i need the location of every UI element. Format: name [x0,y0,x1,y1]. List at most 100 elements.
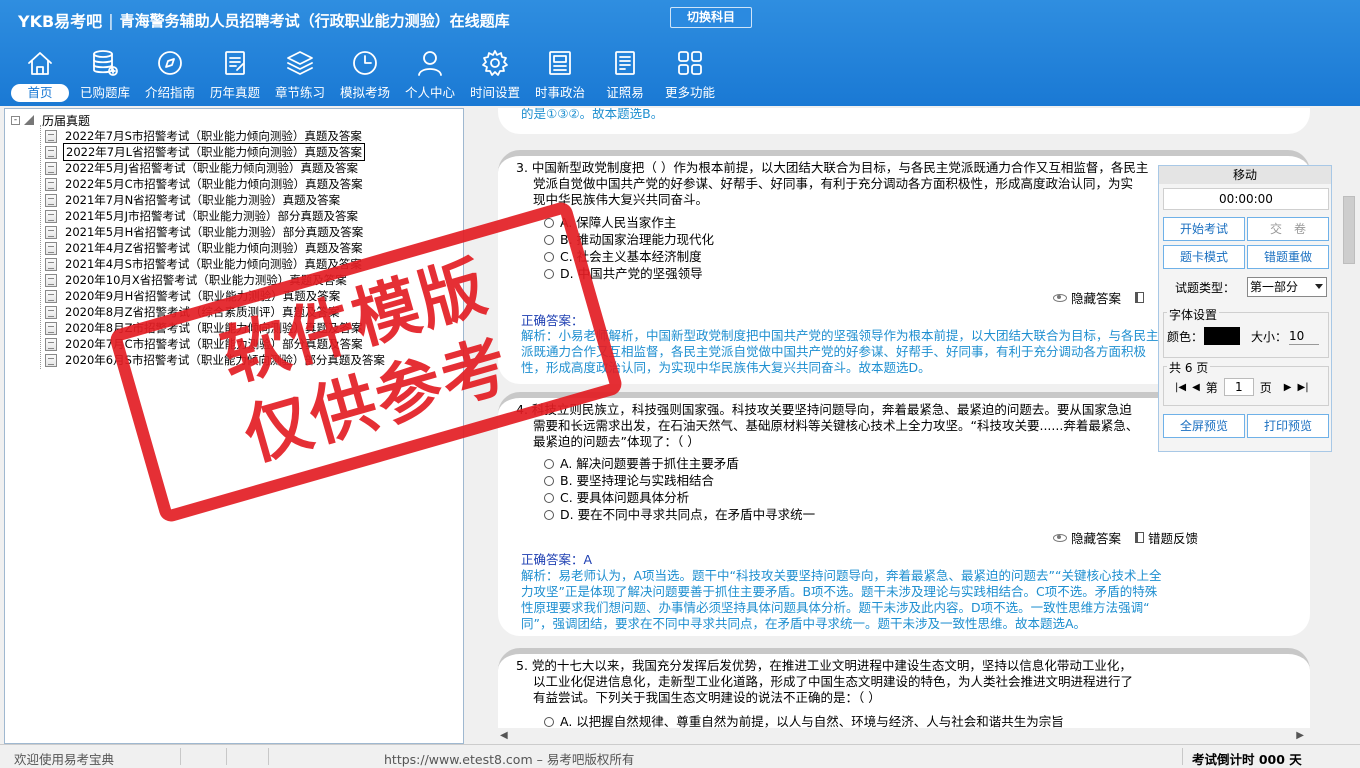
q3-explanation-1: 解析：小易老师解析，中国新型政党制度把中国共产党的坚强领导作为根本前提，以大团结… [521,328,1172,343]
nav-current-affairs[interactable]: 时事政治 [528,48,592,104]
document-icon [45,241,57,255]
tree-item[interactable]: 2021年5月J市招警考试（职业能力测验）部分真题及答案 [45,208,387,224]
nav-past-papers[interactable]: 历年真题 [203,48,267,104]
tree-item[interactable]: 2021年7月N省招警考试（职业能力测验）真题及答案 [45,192,387,208]
switch-subject-button[interactable]: 切换科目 [670,7,752,28]
eye-icon [1053,293,1067,302]
q4-actions: 隐藏答案 错题反馈 [1053,528,1198,547]
scroll-thumb[interactable] [1343,196,1355,264]
q4-answer: 正确答案：A [521,552,593,567]
document-icon [45,193,57,207]
nav-mock-exam[interactable]: 模拟考场 [333,48,397,104]
status-bar: 欢迎使用易考宝典 https://www.etest8.com – 易考吧版权所… [0,744,1360,768]
q3-explanation-2: 派既通力合作又互相监督，各民主党派自觉做中国共产党的好参谋、好帮手、好同事，有利… [521,344,1147,359]
nav-guide-label: 介绍指南 [144,85,195,100]
font-settings-label: 字体设置 [1167,306,1220,323]
status-divider [1182,748,1183,765]
q5-stem-1: 5. 党的十七大以来，我国充分发挥后发优势，在推进工业文明进程中建设生态文明，坚… [516,658,1132,673]
tree-item[interactable]: 2021年4月Z省招警考试（职业能力倾向测验）真题及答案 [45,240,387,256]
hide-answer-link[interactable]: 隐藏答案 [1071,288,1121,307]
radio-button[interactable] [544,493,554,503]
scroll-right-icon[interactable]: ▶ [1296,730,1304,741]
gear-icon [482,50,508,76]
horizontal-scrollbar[interactable]: ◀ ▶ [498,728,1306,744]
status-divider [180,748,181,765]
card-mode-button[interactable]: 题卡模式 [1163,245,1245,269]
last-page-icon[interactable]: ▶| [1298,382,1309,393]
q4-explanation-4: 同”，强调团结，要求在不同中寻求共同点，在矛盾中寻求统一。题干未涉及一致性思维。… [521,616,1087,631]
question-type-select[interactable]: 第一部分 [1247,277,1327,297]
document-icon [45,337,57,351]
nav-time-settings-label: 时间设置 [469,85,520,100]
nav-chapter-practice[interactable]: 章节练习 [268,48,332,104]
exam-timer: 00:00:00 [1163,188,1329,210]
first-page-icon[interactable]: |◀ [1175,382,1186,393]
redo-wrong-button[interactable]: 错题重做 [1247,245,1329,269]
q5-option-a[interactable]: A. 以把握自然规律、尊重自然为前提，以人与自然、环境与经济、人与社会和谐共生为… [544,714,1064,728]
radio-button[interactable] [544,459,554,469]
q4-option-a[interactable]: A. 解决问题要善于抓住主要矛盾 [544,456,739,472]
page-number-input[interactable]: 1 [1223,378,1254,396]
exam-countdown: 考试倒计时 000 天 [1192,752,1302,767]
tree-root-label: 历届真题 [42,113,91,128]
main-nav: 首页 已购题库 介绍指南 历年真题 章节练习 模拟考场 个人中心 时间设置 时事… [8,48,723,104]
tree-item-selected[interactable]: 2022年7月L省招警考试（职业能力倾向测验）真题及答案 [45,143,387,161]
q4-explanation-1: 解析：易老师认为，A项当选。题干中“科技攻关要坚持问题导向，奔着最紧急、最紧迫的… [521,568,1162,583]
nav-purchased-label: 已购题库 [79,85,130,100]
error-feedback-link[interactable]: 错题反馈 [1148,528,1198,547]
nav-profile[interactable]: 个人中心 [398,48,462,104]
document-icon [45,289,57,303]
radio-button[interactable] [544,717,554,727]
question-type-label: 试题类型： [1175,281,1236,295]
prev-page-icon[interactable]: ◀ [1192,382,1200,393]
radio-button[interactable] [544,476,554,486]
title-row: YKB易考吧 | 青海警务辅助人员招聘考试（行政职业能力测验）在线题库 [18,8,510,32]
nav-time-settings[interactable]: 时间设置 [463,48,527,104]
start-exam-button[interactable]: 开始考试 [1163,217,1245,241]
tree-item[interactable]: 2022年7月S市招警考试（职业能力倾向测验）真题及答案 [45,128,387,144]
submit-button[interactable]: 交 卷 [1247,217,1329,241]
app-header: YKB易考吧 | 青海警务辅助人员招聘考试（行政职业能力测验）在线题库 切换科目… [0,0,1360,106]
feedback-icon [1135,292,1145,303]
next-page-icon[interactable]: ▶ [1284,382,1292,393]
nav-profile-label: 个人中心 [404,85,455,100]
scroll-left-icon[interactable]: ◀ [500,730,508,741]
hide-answer-link[interactable]: 隐藏答案 [1071,528,1121,547]
document-icon [45,129,57,143]
status-divider [268,748,269,765]
document-icon [45,273,57,287]
q4-option-c[interactable]: C. 要具体问题具体分析 [544,490,689,506]
pager: |◀ ◀ 第 1 页 ▶ ▶| [1175,378,1315,396]
document-icon [45,145,57,159]
font-size-input[interactable]: 10 [1289,327,1319,345]
panel-move-handle[interactable]: 移动 [1159,166,1331,184]
q2-explanation-tail: 的是①③②。故本题选B。 [521,108,664,121]
nav-mock-exam-label: 模拟考场 [339,85,390,100]
q4-explanation-3: 性原理要求我们想问题、办事情必须坚持具体问题具体分析。题干未涉及此内容。D项不选… [521,600,1150,615]
radio-button[interactable] [544,510,554,520]
document-icon [45,225,57,239]
tree-item[interactable]: 2022年5月C市招警考试（职业能力倾向测验）真题及答案 [45,176,387,192]
tree-item[interactable]: 2022年5月J省招警考试（职业能力倾向测验）真题及答案 [45,160,387,176]
fullscreen-preview-button[interactable]: 全屏预览 [1163,414,1245,438]
q4-explanation-2: 力攻坚”正是体现了解决问题要善于抓住主要矛盾。B项不选。题干未涉及理论与实践相结… [521,584,1158,599]
nav-past-papers-label: 历年真题 [209,85,260,100]
nav-home[interactable]: 首页 [8,48,72,104]
nav-purchased[interactable]: 已购题库 [73,48,137,104]
collapse-icon[interactable]: - [11,115,20,125]
q4-option-d[interactable]: D. 要在不同中寻求共同点，在矛盾中寻求统一 [544,507,815,523]
nav-guide[interactable]: 介绍指南 [138,48,202,104]
vertical-scrollbar[interactable] [1340,108,1358,728]
color-label: 颜色： [1167,330,1204,344]
document-icon [45,161,57,175]
font-color-swatch[interactable] [1204,327,1240,345]
nav-certificate[interactable]: 证照易 [593,48,657,104]
tree-root[interactable]: - 历届真题 [11,112,90,128]
nav-more[interactable]: 更多功能 [658,48,722,104]
tree-item[interactable]: 2021年5月H省招警考试（职业能力测验）部分真题及答案 [45,224,387,240]
tree-connector [40,125,41,369]
q4-option-b[interactable]: B. 要坚持理论与实践相结合 [544,473,714,489]
print-preview-button[interactable]: 打印预览 [1247,414,1329,438]
document-icon [45,257,57,271]
nav-certificate-label: 证照易 [606,85,644,100]
